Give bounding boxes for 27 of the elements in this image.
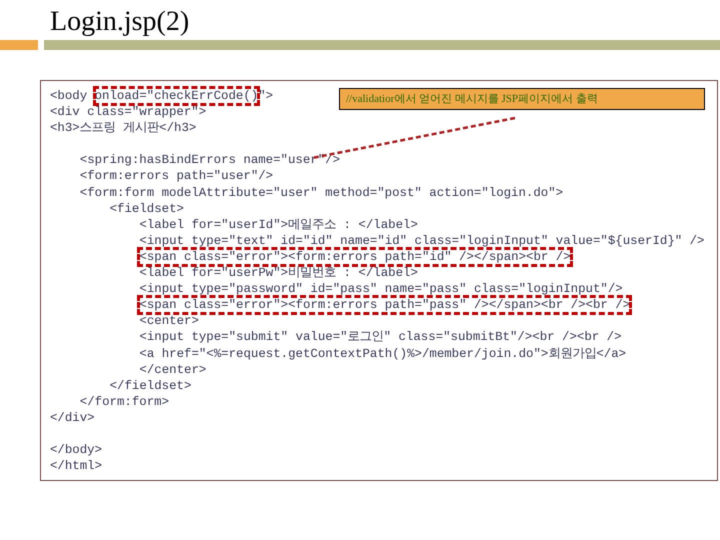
code-text: <spring:hasBindErrors name="user"/> — [80, 152, 340, 168]
code-text: <form:errors path="user"/> — [80, 168, 274, 185]
code-text: </form:form> — [80, 394, 170, 410]
code-text: <div class="wrapper"> — [50, 104, 206, 120]
code-text: </div> — [50, 410, 95, 426]
code-text: </center> — [139, 362, 206, 378]
code-text: </fieldset> — [110, 378, 192, 394]
highlighted-code: <span class="error"><form:errors path="pass" /></span><br /><br /> — [139, 297, 630, 314]
code-text: "> — [258, 88, 274, 104]
code-text: <center> — [139, 313, 199, 330]
code-text: <fieldset> — [110, 200, 184, 217]
code-text: <label for="userId">메일주소 : </label> — [139, 216, 418, 233]
highlighted-code: <span class="error"><form:errors path="id" /></span><br /> — [139, 248, 571, 266]
code-text: <a href="<%=request.getContextPath()%>/member/join.do">회원가입</a> — [139, 346, 626, 362]
slide-title: Login.jsp(2) — [50, 6, 190, 37]
callout-text: //validatior에서 얻어진 메시지를 JSP페이지에서 출력 — [346, 92, 598, 107]
highlighted-code: onload="checkErrCode() — [94, 88, 258, 104]
code-text: <body — [50, 88, 88, 104]
code-text: </body> — [50, 442, 102, 458]
code-text: <input type="submit" value="로그인" class="submitBt"/><br /><br /> — [139, 329, 622, 346]
accent-bar — [0, 40, 38, 50]
code-text: <input type="password" id="pass" name="pass" class="loginInput"/> — [139, 281, 623, 298]
code-text: </html> — [50, 458, 102, 474]
code-text: <h3>스프링 게시판</h3> — [50, 120, 196, 136]
code-text: <input type="text" id="id" name="id" class="loginInput" value="${userId}" /> — [139, 232, 704, 249]
code-text: <label for="userPw">비밀번호 : </label> — [139, 265, 418, 282]
code-text: <form:form modelAttribute="user" method="post" action="login.do"> — [80, 184, 564, 201]
